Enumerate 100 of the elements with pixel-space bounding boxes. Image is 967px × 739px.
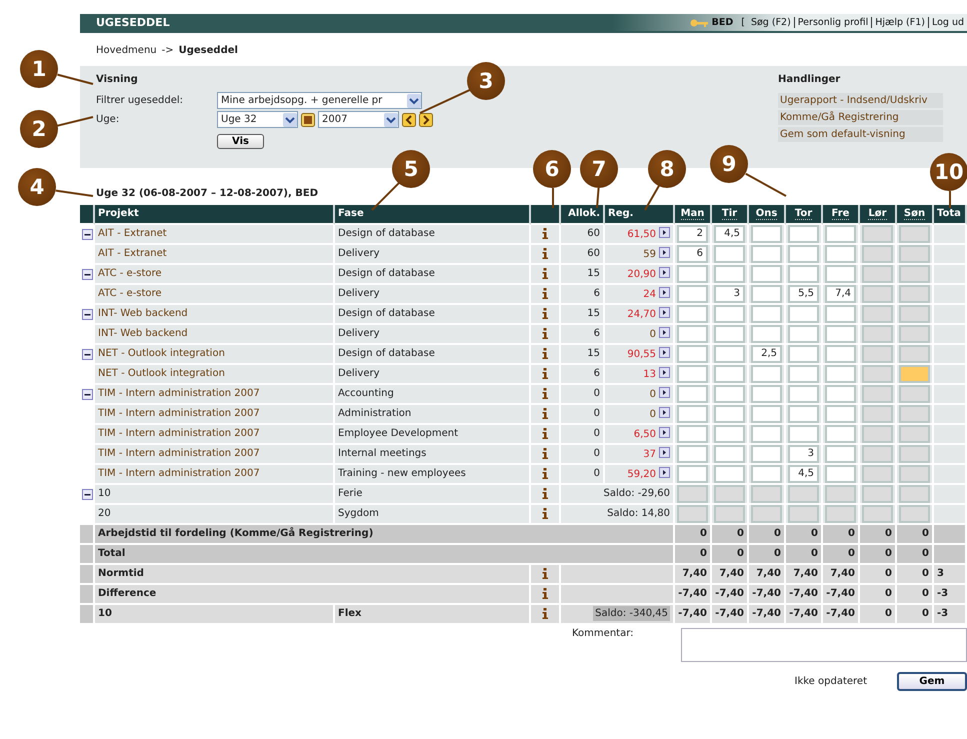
hours-input[interactable]: [788, 245, 819, 263]
collapse-icon[interactable]: [82, 228, 93, 240]
hours-input[interactable]: [714, 405, 745, 423]
info-icon[interactable]: [542, 268, 548, 279]
hours-input[interactable]: [862, 325, 893, 343]
calendar-icon[interactable]: [301, 112, 315, 126]
hours-input[interactable]: [862, 425, 893, 443]
hours-input[interactable]: [751, 425, 782, 443]
arrow-right-icon[interactable]: [659, 327, 670, 338]
arrow-right-icon[interactable]: [659, 307, 670, 318]
hours-input[interactable]: [825, 305, 856, 323]
hours-input[interactable]: [899, 385, 930, 403]
info-icon[interactable]: [542, 228, 548, 239]
hours-input[interactable]: [677, 285, 708, 303]
hours-input[interactable]: [899, 505, 930, 523]
arrow-right-icon[interactable]: [659, 467, 670, 478]
action-link[interactable]: Komme/Gå Registrering: [778, 110, 943, 125]
hours-input[interactable]: [788, 325, 819, 343]
info-icon[interactable]: [542, 388, 548, 399]
hours-input[interactable]: [788, 365, 819, 383]
hours-input[interactable]: [862, 485, 893, 503]
hours-input[interactable]: [714, 445, 745, 463]
hours-input[interactable]: [714, 505, 745, 523]
arrow-right-icon[interactable]: [659, 247, 670, 258]
hours-input[interactable]: [788, 345, 819, 363]
breadcrumb-link[interactable]: Hovedmenu: [96, 45, 157, 56]
hours-input[interactable]: [714, 485, 745, 503]
collapse-icon[interactable]: [82, 488, 93, 500]
info-icon[interactable]: [542, 468, 548, 479]
hours-input[interactable]: 5,5: [788, 285, 819, 303]
hours-input[interactable]: [677, 465, 708, 483]
hours-input[interactable]: 3: [788, 445, 819, 463]
filter-dropdown[interactable]: Mine arbejdsopg. + generelle pr: [217, 92, 422, 109]
hours-input[interactable]: [825, 425, 856, 443]
hours-input[interactable]: [825, 325, 856, 343]
hours-input[interactable]: [677, 305, 708, 323]
hours-input[interactable]: 7,4: [825, 285, 856, 303]
hours-input[interactable]: [751, 305, 782, 323]
hours-input[interactable]: [751, 225, 782, 243]
hours-input[interactable]: [751, 245, 782, 263]
hours-input[interactable]: [825, 405, 856, 423]
hours-input[interactable]: [899, 225, 930, 243]
hours-input[interactable]: [825, 225, 856, 243]
hours-input[interactable]: 3: [714, 285, 745, 303]
info-icon[interactable]: [542, 308, 548, 319]
arrow-right-icon[interactable]: [659, 347, 670, 358]
hours-input[interactable]: [714, 305, 745, 323]
info-icon[interactable]: [542, 288, 548, 299]
info-icon[interactable]: [542, 328, 548, 339]
hours-input[interactable]: [677, 385, 708, 403]
hours-input[interactable]: [899, 265, 930, 283]
hours-input[interactable]: [862, 345, 893, 363]
info-icon[interactable]: [542, 608, 548, 619]
action-link[interactable]: Ugerapport - Indsend/Udskriv: [778, 93, 943, 108]
header-link[interactable]: Log ud: [928, 17, 967, 28]
hours-input[interactable]: [714, 365, 745, 383]
hours-input[interactable]: [825, 365, 856, 383]
header-link[interactable]: Hjælp (F1): [871, 17, 928, 28]
hours-input[interactable]: [899, 285, 930, 303]
hours-input[interactable]: [677, 265, 708, 283]
arrow-right-icon[interactable]: [659, 227, 670, 238]
hours-input[interactable]: [788, 385, 819, 403]
hours-input[interactable]: [825, 345, 856, 363]
previous-icon[interactable]: [402, 112, 416, 126]
hours-input[interactable]: [714, 325, 745, 343]
hours-input[interactable]: [862, 285, 893, 303]
hours-input[interactable]: [714, 385, 745, 403]
hours-input[interactable]: [899, 445, 930, 463]
info-icon[interactable]: [542, 508, 548, 519]
arrow-right-icon[interactable]: [659, 267, 670, 278]
collapse-icon[interactable]: [82, 268, 93, 280]
hours-input[interactable]: [677, 485, 708, 503]
hours-input[interactable]: [899, 465, 930, 483]
hours-input[interactable]: [825, 445, 856, 463]
info-icon[interactable]: [542, 588, 548, 599]
hours-input[interactable]: [788, 265, 819, 283]
hours-input[interactable]: [751, 445, 782, 463]
hours-input[interactable]: [751, 325, 782, 343]
info-icon[interactable]: [542, 248, 548, 259]
header-link[interactable]: Søg (F2): [748, 17, 794, 28]
collapse-icon[interactable]: [82, 308, 93, 320]
arrow-right-icon[interactable]: [659, 407, 670, 418]
next-icon[interactable]: [419, 112, 433, 126]
hours-input[interactable]: [862, 305, 893, 323]
show-button[interactable]: Vis: [217, 134, 264, 149]
hours-input[interactable]: [899, 345, 930, 363]
hours-input[interactable]: [862, 365, 893, 383]
hours-input[interactable]: [751, 505, 782, 523]
hours-input[interactable]: [751, 285, 782, 303]
save-button[interactable]: Gem: [897, 672, 967, 691]
info-icon[interactable]: [542, 428, 548, 439]
hours-input[interactable]: [899, 405, 930, 423]
hours-input[interactable]: [825, 505, 856, 523]
hours-input[interactable]: [862, 505, 893, 523]
hours-input[interactable]: 2: [677, 225, 708, 243]
arrow-right-icon[interactable]: [659, 287, 670, 298]
hours-input[interactable]: [714, 245, 745, 263]
hours-input[interactable]: [825, 485, 856, 503]
collapse-icon[interactable]: [82, 348, 93, 360]
hours-input[interactable]: [899, 485, 930, 503]
